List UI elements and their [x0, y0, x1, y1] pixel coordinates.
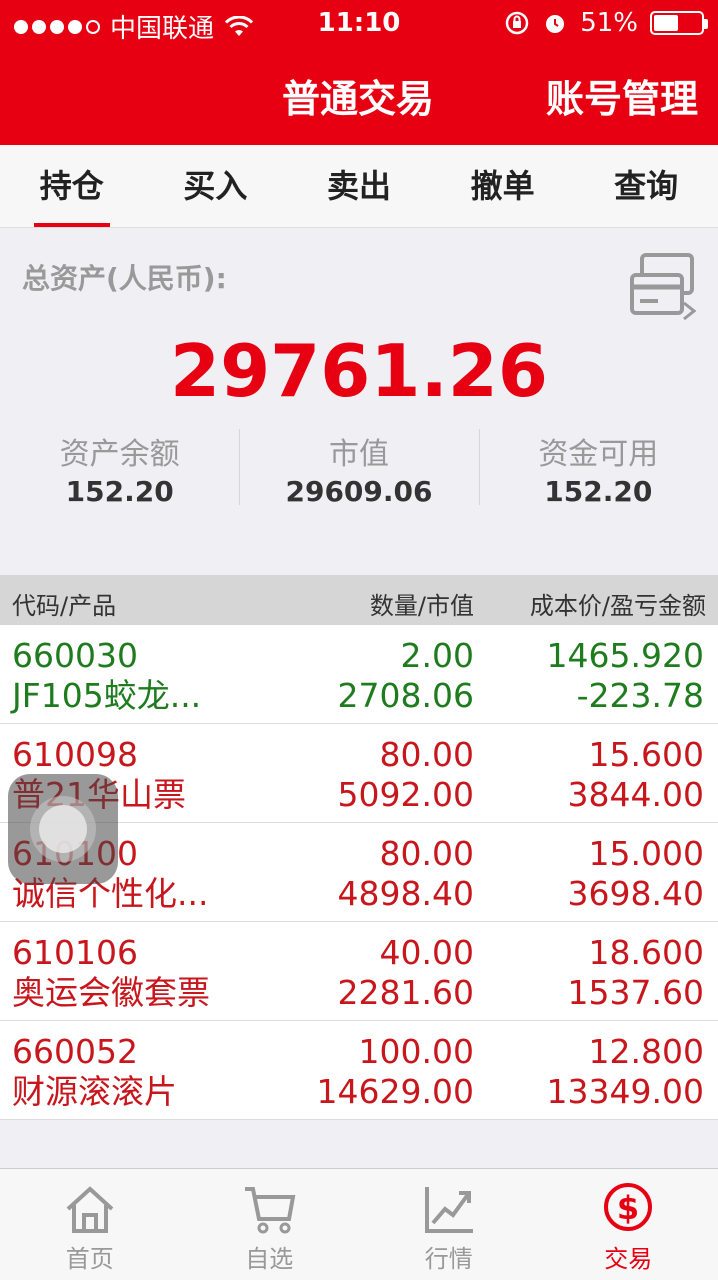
cart-icon: [245, 1187, 296, 1234]
battery-icon: [650, 11, 708, 35]
cost-price: 15.000: [588, 834, 704, 873]
nav-market[interactable]: 行情: [359, 1169, 539, 1280]
market-value: 5092.00: [337, 775, 474, 814]
tab-holdings[interactable]: 持仓: [0, 145, 144, 227]
profit-loss: 3844.00: [567, 775, 704, 814]
stat-label: 市值: [328, 437, 389, 472]
product-code: 610106: [12, 933, 138, 972]
quantity: 100.00: [358, 1032, 474, 1071]
column-header-quantity: 数量/市值: [369, 592, 474, 620]
nav-trade[interactable]: $ 交易: [539, 1169, 718, 1280]
profit-loss: -223.78: [576, 676, 704, 715]
trade-tabs: 持仓 买入 卖出 撤单 查询: [0, 145, 718, 228]
product-name: 奥运会徽套票: [12, 973, 210, 1012]
svg-text:$: $: [617, 1189, 639, 1227]
stat-value: 152.20: [544, 475, 653, 508]
product-code: 660030: [12, 636, 138, 675]
assistive-touch-button[interactable]: [8, 774, 118, 884]
asset-summary: 总资产(人民币): 29761.26 资产余额 152.20 市值 29609.…: [0, 229, 718, 574]
profit-loss: 3698.40: [567, 874, 704, 913]
nav-label: 自选: [245, 1245, 294, 1273]
cost-price: 15.600: [588, 735, 704, 774]
quantity: 80.00: [379, 834, 474, 873]
total-assets-label: 总资产(人民币):: [22, 262, 227, 295]
alarm-icon: [546, 15, 565, 33]
market-value: 4898.40: [337, 874, 474, 913]
total-assets-value: 29761.26: [169, 329, 549, 413]
cost-price: 18.600: [588, 933, 704, 972]
tab-query[interactable]: 查询: [574, 145, 718, 227]
app-header: 中国联通 11:10 51% 普通交易 账号管理: [0, 0, 718, 145]
holding-row[interactable]: 660030 JF105蛟龙... 2.00 2708.06 1465.920 -22…: [0, 625, 718, 724]
stat-available-funds: 资金可用 152.20: [478, 429, 718, 509]
stat-label: 资产余额: [59, 437, 180, 472]
chart-icon: [424, 1187, 473, 1233]
stat-value: 152.20: [65, 475, 174, 508]
market-value: 2281.60: [337, 973, 474, 1012]
product-code: 660052: [12, 1032, 138, 1071]
cost-price: 12.800: [588, 1032, 704, 1071]
tab-sell[interactable]: 卖出: [287, 145, 431, 227]
product-code: 610098: [12, 735, 138, 774]
nav-label: 行情: [424, 1245, 473, 1273]
tab-buy[interactable]: 买入: [144, 145, 288, 227]
product-name: 财源滚滚片: [12, 1072, 177, 1111]
stat-market-value: 市值 29609.06: [239, 429, 478, 509]
column-header-code: 代码/产品: [12, 592, 117, 620]
nav-watchlist[interactable]: 自选: [180, 1169, 360, 1280]
market-value: 14629.00: [316, 1072, 474, 1111]
holdings-table-header: 代码/产品 数量/市值 成本价/盈亏金额: [0, 575, 718, 625]
stat-balance: 资产余额 152.20: [0, 429, 239, 509]
holding-row[interactable]: 610106 奥运会徽套票 40.00 2281.60 18.600 1537.60: [0, 922, 718, 1021]
quantity: 80.00: [379, 735, 474, 774]
rotation-lock-icon: [505, 11, 529, 35]
stat-label: 资金可用: [538, 437, 659, 472]
bank-transfer-icon[interactable]: [628, 251, 696, 321]
stat-value: 29609.06: [285, 475, 433, 508]
market-value: 2708.06: [337, 676, 474, 715]
nav-label: 首页: [65, 1245, 114, 1273]
column-header-cost: 成本价/盈亏金额: [529, 592, 706, 620]
status-bar: 中国联通 11:10 51%: [0, 0, 718, 48]
cost-price: 1465.920: [546, 636, 704, 675]
profit-loss: 13349.00: [546, 1072, 704, 1111]
quantity: 40.00: [379, 933, 474, 972]
profit-loss: 1537.60: [567, 973, 704, 1012]
product-name: JF105蛟龙...: [12, 676, 202, 715]
nav-home[interactable]: 首页: [0, 1169, 180, 1280]
holding-row[interactable]: 660052 财源滚滚片 100.00 14629.00 12.800 13349.0…: [0, 1021, 718, 1120]
home-icon: [66, 1186, 114, 1233]
battery-percent: 51%: [580, 8, 638, 38]
tab-cancel-order[interactable]: 撤单: [431, 145, 575, 227]
quantity: 2.00: [400, 636, 474, 675]
bottom-tab-bar: 首页 自选 行情 $ 交易: [0, 1168, 718, 1280]
account-management-button[interactable]: 账号管理: [546, 68, 698, 123]
dollar-icon: $: [604, 1183, 653, 1231]
nav-label: 交易: [604, 1245, 653, 1273]
